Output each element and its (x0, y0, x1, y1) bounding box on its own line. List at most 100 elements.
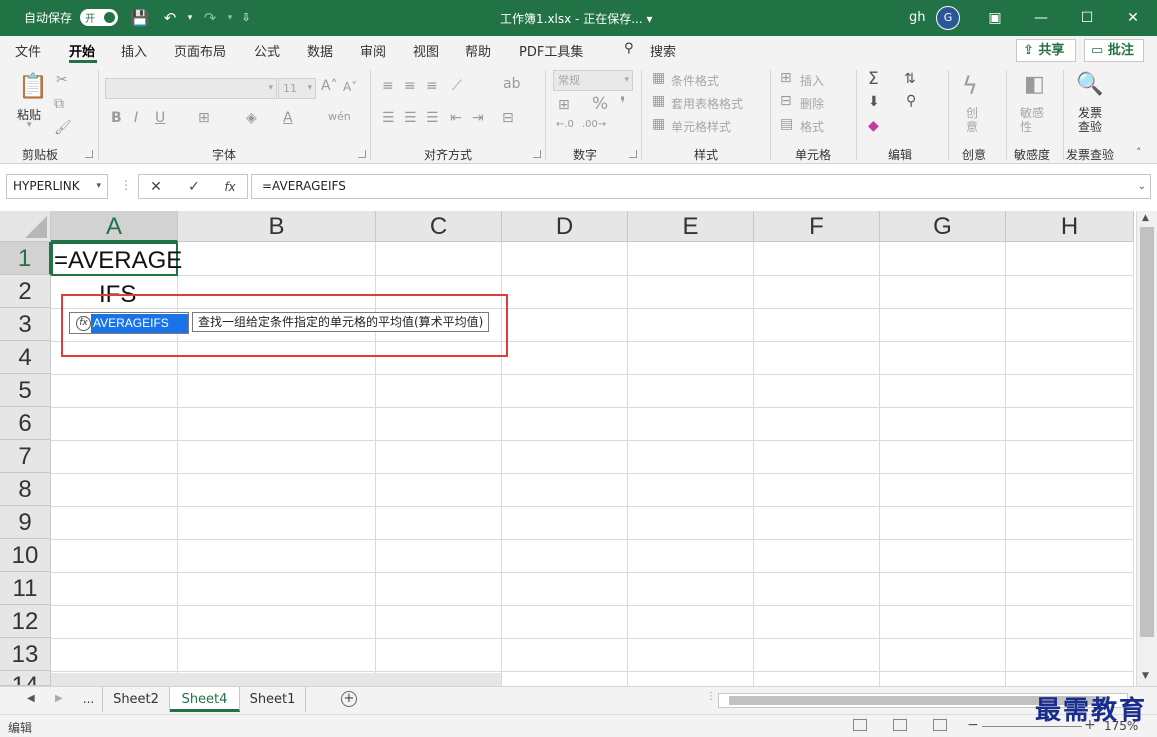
row-header-3[interactable]: 3 (0, 308, 51, 341)
row-header-6[interactable]: 6 (0, 407, 51, 440)
undo-icon[interactable]: ↶ (160, 8, 180, 28)
minimize-button[interactable]: — (1018, 4, 1064, 32)
sheet-tab-sheet2[interactable]: Sheet2 (103, 687, 170, 712)
tab-formulas[interactable]: 公式 (254, 41, 280, 60)
column-header-h[interactable]: H (1006, 211, 1134, 242)
sheet-prev-icon[interactable]: ◀ (27, 693, 35, 704)
column-header-c[interactable]: C (376, 211, 502, 242)
row-header-1[interactable]: 1 (0, 242, 51, 275)
column-header-f[interactable]: F (754, 211, 880, 242)
decrease-indent-icon: ⇤ (450, 110, 462, 126)
copy-icon[interactable]: ⧉ (54, 96, 64, 112)
collapse-ribbon-icon[interactable]: ˄ (1136, 146, 1142, 159)
autosum-icon[interactable]: Σ (868, 69, 879, 89)
paste-icon[interactable]: 📋 (18, 72, 48, 100)
vertical-scroll-thumb[interactable] (1140, 227, 1154, 637)
find-select-icon[interactable]: ⚲ (906, 93, 916, 109)
add-sheet-icon[interactable]: + (341, 691, 357, 707)
tab-view[interactable]: 视图 (413, 41, 439, 60)
worksheet-grid[interactable]: A B C D E F G H 1 2 3 4 5 6 7 8 9 10 11 … (0, 211, 1157, 686)
comments-button[interactable]: ▭ 批注 (1084, 39, 1144, 62)
share-button[interactable]: ⇪ 共享 (1016, 39, 1076, 62)
tab-search[interactable]: 搜索 (650, 41, 676, 60)
font-launcher-icon[interactable] (358, 150, 366, 158)
alignment-launcher-icon[interactable] (533, 150, 541, 158)
number-launcher-icon[interactable] (629, 150, 637, 158)
chevron-down-icon[interactable]: ▾ (96, 175, 101, 198)
group-clipboard: 剪贴板 (22, 148, 59, 162)
invoice-check-icon[interactable]: 🔍 (1076, 72, 1103, 97)
tab-review[interactable]: 审阅 (360, 41, 386, 60)
tab-page-layout[interactable]: 页面布局 (174, 41, 226, 60)
sheet-tab-sheet4[interactable]: Sheet4 (170, 687, 240, 712)
tab-data[interactable]: 数据 (307, 41, 333, 60)
column-header-e[interactable]: E (628, 211, 754, 242)
share-label: 共享 (1038, 43, 1065, 58)
row-header-14[interactable]: 14 (0, 671, 51, 686)
ribbon-display-icon[interactable]: ▣ (972, 4, 1018, 32)
gridline (51, 374, 1134, 375)
scroll-up-icon[interactable]: ▲ (1142, 213, 1149, 223)
avatar[interactable]: G (936, 6, 960, 30)
sheet-tab-sheet1[interactable]: Sheet1 (240, 687, 306, 712)
page-layout-view-icon[interactable] (893, 719, 907, 731)
column-header-d[interactable]: D (502, 211, 628, 242)
normal-view-icon[interactable] (853, 719, 867, 731)
tab-help[interactable]: 帮助 (465, 41, 491, 60)
tab-file[interactable]: 文件 (15, 41, 41, 60)
fill-icon[interactable]: ⬇ (868, 94, 880, 110)
column-header-a[interactable]: A (51, 211, 178, 242)
enter-icon[interactable]: ✓ (183, 177, 205, 197)
highlight-annotation (61, 294, 508, 357)
row-header-13[interactable]: 13 (0, 638, 51, 671)
tab-pdf-tools[interactable]: PDF工具集 (519, 41, 583, 60)
row-header-7[interactable]: 7 (0, 440, 51, 473)
cancel-icon[interactable]: ✕ (145, 177, 167, 197)
sheet-next-icon[interactable]: ▶ (55, 693, 63, 704)
column-header-g[interactable]: G (880, 211, 1006, 242)
group-divider (770, 70, 771, 160)
formula-input[interactable]: =AVERAGEIFS ⌄ (251, 174, 1151, 199)
italic-icon: I (134, 110, 139, 126)
paste-dropdown-icon[interactable]: ▾ (27, 120, 32, 130)
scroll-down-icon[interactable]: ▼ (1142, 671, 1149, 681)
customize-toolbar-icon[interactable]: ⇩ (236, 8, 256, 28)
search-icon[interactable]: ⚲ (624, 41, 634, 56)
format-painter-icon[interactable]: 🖌 (54, 120, 72, 136)
clear-icon[interactable]: ◆ (868, 118, 879, 134)
row-header-12[interactable]: 12 (0, 605, 51, 638)
undo-dropdown-icon[interactable]: ▾ (180, 8, 200, 28)
row-header-5[interactable]: 5 (0, 374, 51, 407)
insert-function-icon[interactable]: fx (219, 177, 241, 197)
sheet-more[interactable]: ... (75, 687, 103, 712)
tab-split-icon[interactable]: ⋮ (706, 691, 716, 702)
select-all-button[interactable] (0, 211, 51, 242)
tab-home[interactable]: 开始 (69, 41, 95, 60)
row-header-2[interactable]: 2 (0, 275, 51, 308)
autosave-label: 自动保存 (24, 11, 73, 25)
comments-label: 批注 (1107, 43, 1134, 58)
row-header-9[interactable]: 9 (0, 506, 51, 539)
page-break-view-icon[interactable] (933, 719, 947, 731)
group-invoice: 发票查验 (1066, 148, 1115, 162)
expand-formula-icon[interactable]: ⌄ (1138, 175, 1146, 198)
save-icon[interactable]: 💾 (130, 8, 150, 28)
group-sensitivity: 敏感度 (1014, 148, 1051, 162)
tab-insert[interactable]: 插入 (121, 41, 147, 60)
cut-icon[interactable]: ✂ (56, 72, 68, 88)
autosave-toggle[interactable]: 开 (80, 9, 118, 26)
column-header-b[interactable]: B (178, 211, 376, 242)
maximize-button[interactable]: ☐ (1064, 4, 1110, 32)
row-header-11[interactable]: 11 (0, 572, 51, 605)
sort-filter-icon[interactable]: ⇅ (904, 71, 916, 87)
invoice-check-button[interactable]: 发票查验 (1078, 106, 1104, 134)
name-box[interactable]: HYPERLINK ▾ (6, 174, 108, 199)
zoom-out-icon[interactable]: − (967, 717, 979, 733)
close-button[interactable]: ✕ (1110, 4, 1156, 32)
row-header-8[interactable]: 8 (0, 473, 51, 506)
clipboard-launcher-icon[interactable] (85, 150, 93, 158)
accounting-format-icon: ⊞ (558, 97, 570, 113)
vertical-scrollbar[interactable]: ▲ ▼ (1136, 211, 1157, 686)
row-header-10[interactable]: 10 (0, 539, 51, 572)
row-header-4[interactable]: 4 (0, 341, 51, 374)
